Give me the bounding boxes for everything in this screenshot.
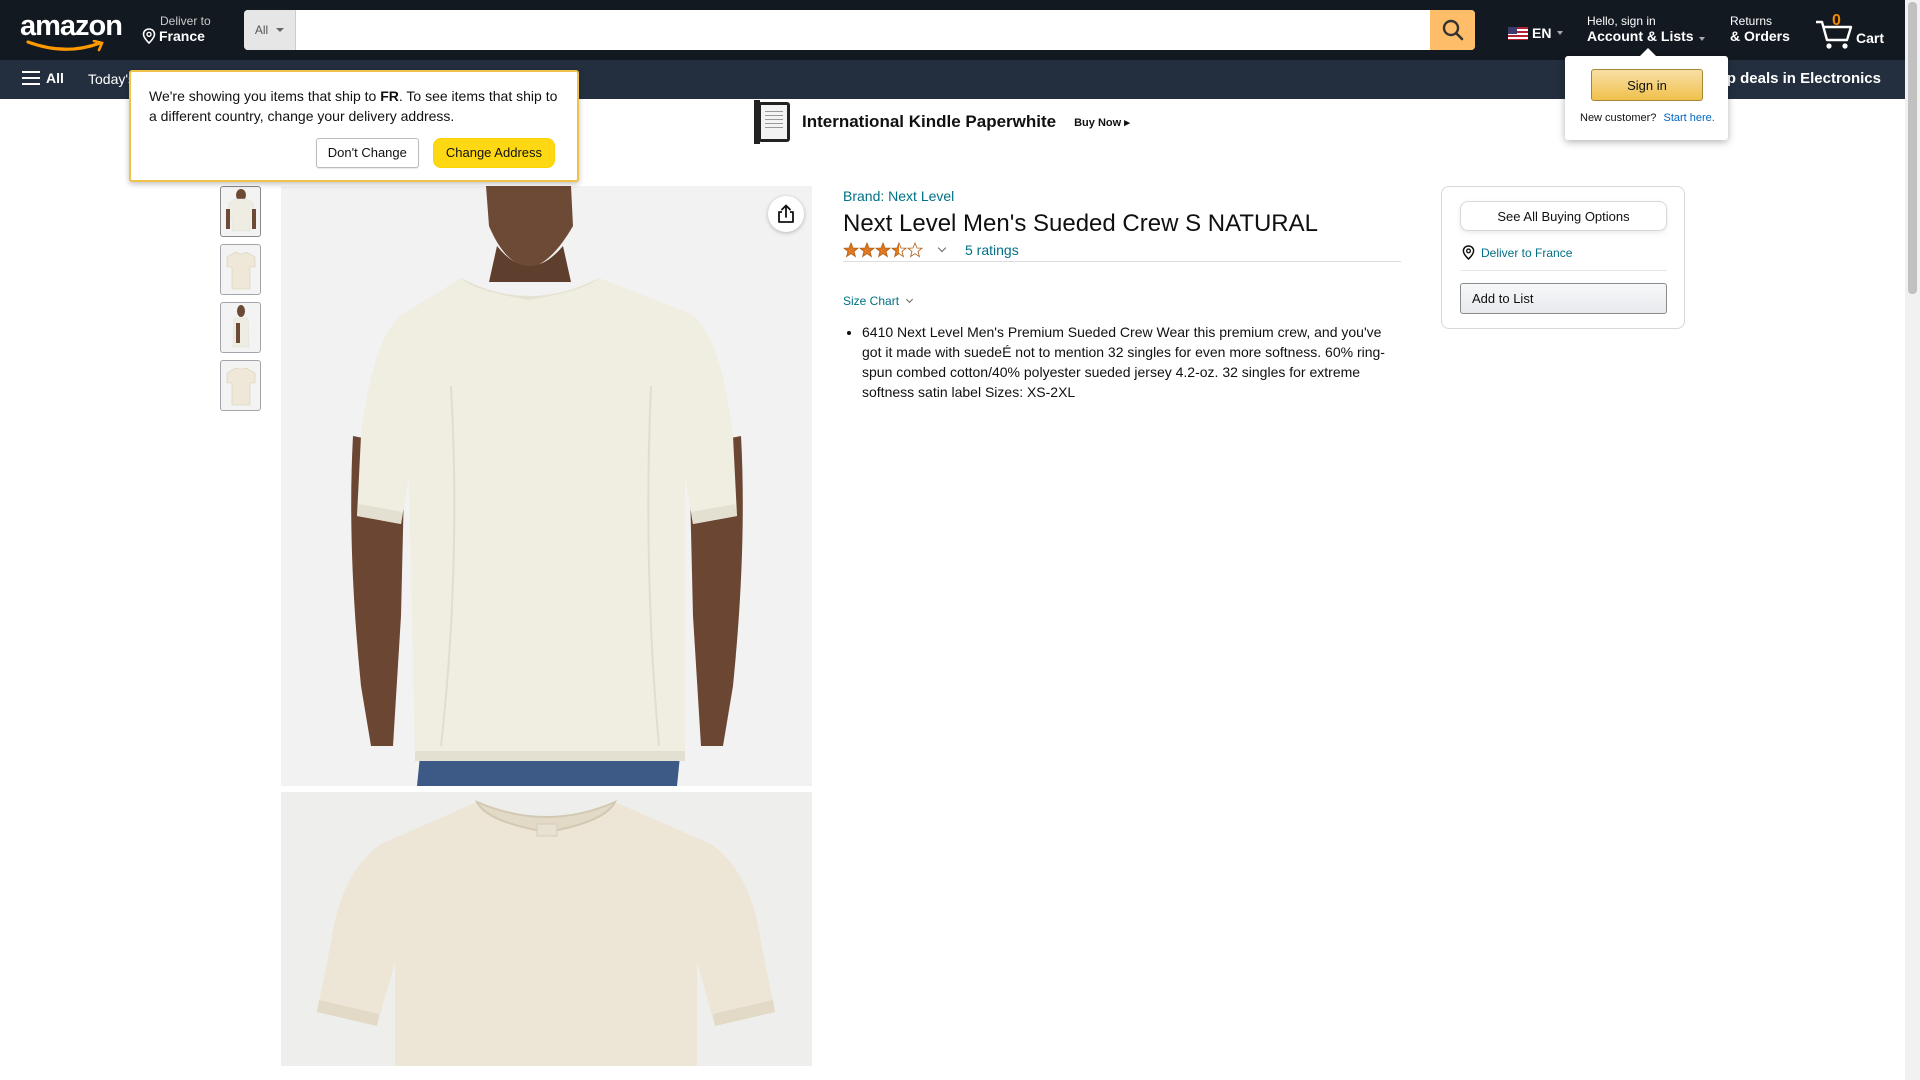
tshirt-front-thumbnail-icon [222,246,259,293]
search-button[interactable] [1430,10,1475,50]
language-selector[interactable]: EN [1508,25,1564,41]
returns-and-orders[interactable]: Returns & Orders [1730,14,1790,45]
deliver-label: Deliver to [160,14,211,28]
todays-deals-link[interactable]: Today's [88,71,135,87]
feature-bullets: 6410 Next Level Men's Premium Sueded Cre… [843,322,1401,402]
hamburger-icon [22,71,40,85]
location-pin-icon [1462,245,1475,260]
cart-button[interactable]: 0 Cart [1814,10,1884,50]
ratings-count-link[interactable]: 5 ratings [965,242,1019,258]
kindle-banner[interactable]: International Kindle Paperwhite Buy Now … [754,100,1130,144]
model-side-thumbnail-icon [222,304,259,351]
search-department-select[interactable]: All [244,10,296,50]
deliver-to-location[interactable]: Deliver to France [142,14,211,44]
tshirt-flat-image [281,792,812,1066]
star-rating[interactable] [843,242,925,258]
search-bar: All [244,10,1475,50]
product-image-secondary[interactable] [281,792,812,1066]
chevron-down-icon [1557,31,1564,35]
scrollbar-thumb[interactable] [1908,2,1917,294]
brand-link[interactable]: Brand: Next Level [843,186,1401,206]
size-chart-label: Size Chart [843,294,900,308]
deliver-country: France [159,28,205,44]
start-here-link[interactable]: Start here. [1663,112,1714,124]
account-label: Account & Lists [1587,28,1694,44]
product-image-main[interactable] [281,186,812,786]
change-address-button[interactable]: Change Address [432,138,555,168]
chevron-down-icon [276,28,285,32]
share-button[interactable] [768,196,804,232]
search-input[interactable] [296,10,1430,50]
cart-count: 0 [1832,12,1841,29]
orders-label: & Orders [1730,28,1790,44]
chevron-down-icon [1699,37,1706,41]
page-scrollbar[interactable] [1905,0,1920,1080]
thumbnail-1[interactable] [220,186,261,237]
search-department-label: All [254,23,269,37]
image-thumbnails [220,186,261,411]
banner-buy-now[interactable]: Buy Now ▸ [1074,116,1130,129]
all-menu-label: All [46,70,64,86]
returns-label: Returns [1730,14,1773,28]
location-pin-icon [142,28,156,44]
kindle-device-icon [754,100,790,144]
see-all-buying-options-button[interactable]: See All Buying Options [1460,201,1667,231]
all-menu-button[interactable]: All [22,70,64,86]
sign-in-popover: Sign in New customer? Start here. [1565,48,1728,140]
chevron-down-icon [905,295,914,304]
dont-change-button[interactable]: Don't Change [315,138,419,168]
search-icon [1442,19,1463,41]
divider [1460,270,1667,271]
deliver-to-link[interactable]: Deliver to France [1462,245,1572,260]
account-greeting: Hello, sign in [1587,14,1656,28]
size-chart-link[interactable]: Size Chart [843,294,1401,308]
product-info: Brand: Next Level Next Level Men's Suede… [843,186,1401,402]
banner-cta-label: Buy Now [1074,116,1122,129]
tshirt-back-thumbnail-icon [222,362,259,409]
sign-in-button[interactable]: Sign in [1591,69,1703,101]
amazon-logo[interactable]: amazon [20,10,123,52]
product-title: Next Level Men's Sueded Crew S NATURAL [843,210,1318,237]
thumbnail-3[interactable] [220,302,261,353]
cart-label: Cart [1856,30,1885,46]
deliver-to-label: Deliver to France [1481,245,1573,260]
logo-text: amazon [20,10,123,42]
country-code: FR [380,88,399,104]
account-and-lists[interactable]: Hello, sign in Account & Lists [1587,14,1706,45]
feature-bullet: 6410 Next Level Men's Premium Sueded Cre… [862,322,1401,402]
us-flag-icon [1508,26,1528,40]
banner-title: International Kindle Paperwhite [802,112,1057,131]
thumbnail-4[interactable] [220,360,261,411]
delivery-message: We're showing you items that ship to FR.… [149,88,558,124]
model-wearing-tshirt-image [281,186,812,786]
star-rating-icon [843,242,923,257]
new-customer-label: New customer? [1580,112,1657,124]
buy-box: See All Buying Options Deliver to France… [1441,186,1685,329]
new-customer-text: New customer? Start here. [1580,112,1715,124]
top-nav: amazon Deliver to France All EN Hello, s… [0,0,1905,60]
rating-row: 5 ratings [843,240,1401,262]
language-label: EN [1532,25,1552,41]
share-icon [778,204,794,223]
add-to-list-button[interactable]: Add to List [1460,283,1667,314]
thumbnail-2[interactable] [220,244,261,295]
delivery-country-popover: We're showing you items that ship to FR.… [129,70,579,182]
model-tshirt-thumbnail-icon [222,188,259,235]
chevron-down-icon[interactable] [937,243,947,252]
logo-smile-icon [26,40,104,52]
